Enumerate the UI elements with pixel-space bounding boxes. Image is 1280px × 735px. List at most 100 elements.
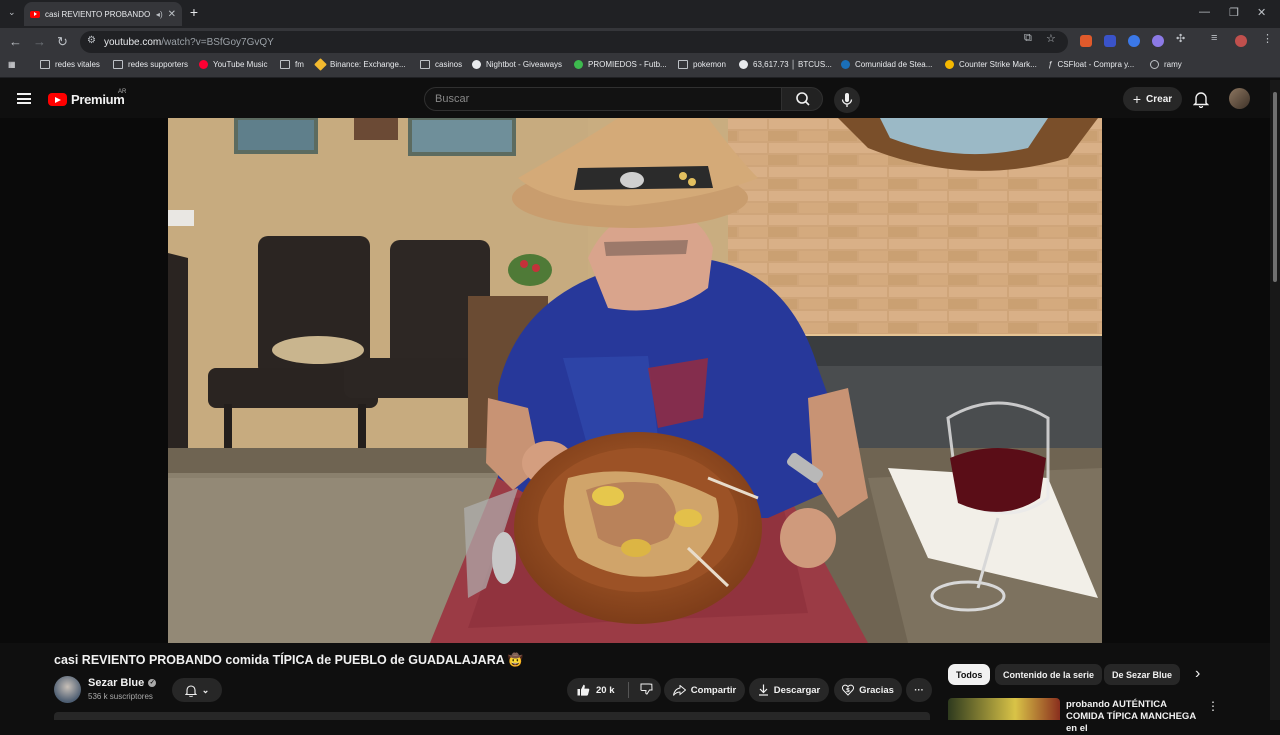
thumbs-down-icon [639,683,653,695]
like-button[interactable]: 20 k [577,684,615,696]
url-path: /watch?v=BSfGoy7GvQY [161,36,274,48]
recommended-video-thumbnail[interactable] [948,698,1060,720]
extension-fox-icon[interactable] [1080,35,1092,47]
bookmark-item[interactable]: Comunidad de Stea... [841,60,932,69]
chips-next-chevron-icon[interactable]: › [1195,665,1200,683]
reading-list-icon[interactable]: ≡ [1211,32,1217,44]
tab-close-icon[interactable]: ✕ [168,9,176,20]
window-close-icon[interactable]: ✕ [1257,6,1266,19]
download-label: Descargar [773,684,821,696]
profile-avatar-icon[interactable] [1235,35,1247,47]
youtube-favicon-icon [30,10,40,18]
bookmark-item[interactable]: ƒ CSFloat - Compra y... [1048,60,1134,69]
promiedos-icon [574,60,583,69]
browser-menu-icon[interactable]: ⋮ [1262,32,1273,45]
channel-avatar[interactable] [54,676,81,703]
bookmark-item[interactable]: Binance: Exchange... [314,58,406,71]
thumbs-up-icon [577,684,590,696]
steam-icon [841,60,850,69]
chip-todos[interactable]: Todos [948,664,991,685]
bookmark-item[interactable]: Nightbot - Giveaways [472,60,562,69]
install-app-icon[interactable]: ⧉ [1024,32,1032,45]
microphone-icon [841,93,853,107]
dislike-button[interactable] [639,683,653,698]
video-still-image [168,118,1102,643]
create-button[interactable]: + Crear [1123,87,1182,111]
recommended-video-title[interactable]: probando AUTÉNTICA COMIDA TÍPICA MANCHEG… [1066,699,1204,735]
bookmark-item[interactable]: redes supporters [113,60,188,69]
verified-check-icon: ✓ [148,679,157,687]
extension-cloud-icon[interactable] [1152,35,1164,47]
description-box-edge [54,712,930,720]
share-label: Compartir [690,684,737,696]
video-player[interactable] [0,118,1270,643]
nightbot-icon [472,60,481,69]
bookmark-label: Counter Strike Mark... [959,60,1037,69]
bookmark-item[interactable]: PROMIEDOS - Futb... [574,60,667,69]
search-input[interactable]: Buscar [424,87,782,111]
chip-from-channel[interactable]: De Sezar Blue [1104,664,1181,685]
subscriber-count: 536 k suscriptores [88,692,153,701]
subscription-notifications-button[interactable]: ⌄ [172,678,222,702]
download-button[interactable]: Descargar [749,678,829,702]
minimize-icon[interactable]: — [1199,6,1210,18]
bookmark-item[interactable]: casinos [420,60,462,69]
like-dislike-group: 20 k [567,678,661,702]
video-title: casi REVIENTO PROBANDO comida TÍPICA de … [54,653,524,667]
audio-playing-icon[interactable]: ◂) [156,10,163,19]
reload-icon[interactable]: ↻ [57,34,68,50]
account-avatar[interactable] [1229,88,1250,109]
forward-icon[interactable]: → [33,34,46,49]
thanks-label: Gracias [859,684,894,696]
bookmark-label: ramy [1164,60,1182,69]
site-info-icon[interactable]: ⚙ [87,35,96,46]
voice-search-button[interactable] [834,87,860,113]
bookmark-label: Nightbot - Giveaways [486,60,563,69]
like-divider [627,682,629,698]
bookmark-label: fm [295,60,304,69]
bookmark-item[interactable]: redes vitales [40,60,100,69]
bookmark-item[interactable]: Counter Strike Mark... [945,60,1037,69]
extensions-puzzle-icon[interactable]: ✣ [1176,32,1185,45]
bookmark-item[interactable]: 63,617.73 │ BTCUS... [739,60,832,69]
new-tab-button[interactable]: + [186,5,202,21]
search-button[interactable] [781,87,823,111]
create-label: Crear [1146,93,1173,105]
bookmark-label: Binance: Exchange... [330,60,406,69]
bookmark-label: PROMIEDOS - Futb... [588,60,667,69]
folder-icon [113,60,123,69]
folder-icon [420,60,430,69]
apps-grid-icon[interactable]: ▦ [8,60,16,69]
chip-series-content[interactable]: Contenido de la serie [995,664,1103,685]
browser-tab-bar: ⌄ casi REVIENTO PROBANDO ◂) ✕ + — ❐ ✕ [0,0,1280,28]
bookmark-label: redes supporters [128,60,189,69]
more-actions-button[interactable]: ··· [906,678,932,702]
region-code: AR [118,89,127,95]
bookmark-item[interactable]: YouTube Music [199,60,268,69]
share-button[interactable]: Compartir [664,678,745,702]
maximize-icon[interactable]: ❐ [1229,6,1239,19]
recommended-more-icon[interactable]: ⋮ [1207,699,1219,713]
video-frame[interactable] [168,118,1102,643]
extension-wave-icon[interactable] [1128,35,1140,47]
bookmark-item[interactable]: ramy [1150,60,1182,69]
logo-text: Premium [71,92,125,107]
menu-hamburger-icon[interactable] [17,93,31,104]
channel-name-link[interactable]: Sezar Blue ✓ [88,677,157,689]
thanks-button[interactable]: $ Gracias [834,678,902,702]
back-icon[interactable]: ← [9,34,22,49]
scrollbar-thumb[interactable] [1273,92,1277,282]
youtube-play-logo-icon [48,93,67,106]
extension-shield-icon[interactable] [1104,35,1116,47]
notifications-bell-icon[interactable] [1193,90,1209,108]
tab-search-chevron-icon[interactable]: ⌄ [8,7,16,18]
bookmark-label: pokemon [693,60,726,69]
bookmark-item[interactable]: pokemon [678,60,726,69]
youtube-premium-logo[interactable]: Premium AR [48,89,127,107]
folder-icon [40,60,50,69]
tab-youtube[interactable]: casi REVIENTO PROBANDO ◂) ✕ [24,2,182,26]
super-thanks-heart-icon: $ [842,684,855,696]
bookmark-item[interactable]: fm [280,60,304,69]
address-bar[interactable]: ⚙ youtube.com/watch?v=BSfGoy7GvQY [80,31,1068,53]
bookmark-star-icon[interactable]: ☆ [1046,32,1056,45]
